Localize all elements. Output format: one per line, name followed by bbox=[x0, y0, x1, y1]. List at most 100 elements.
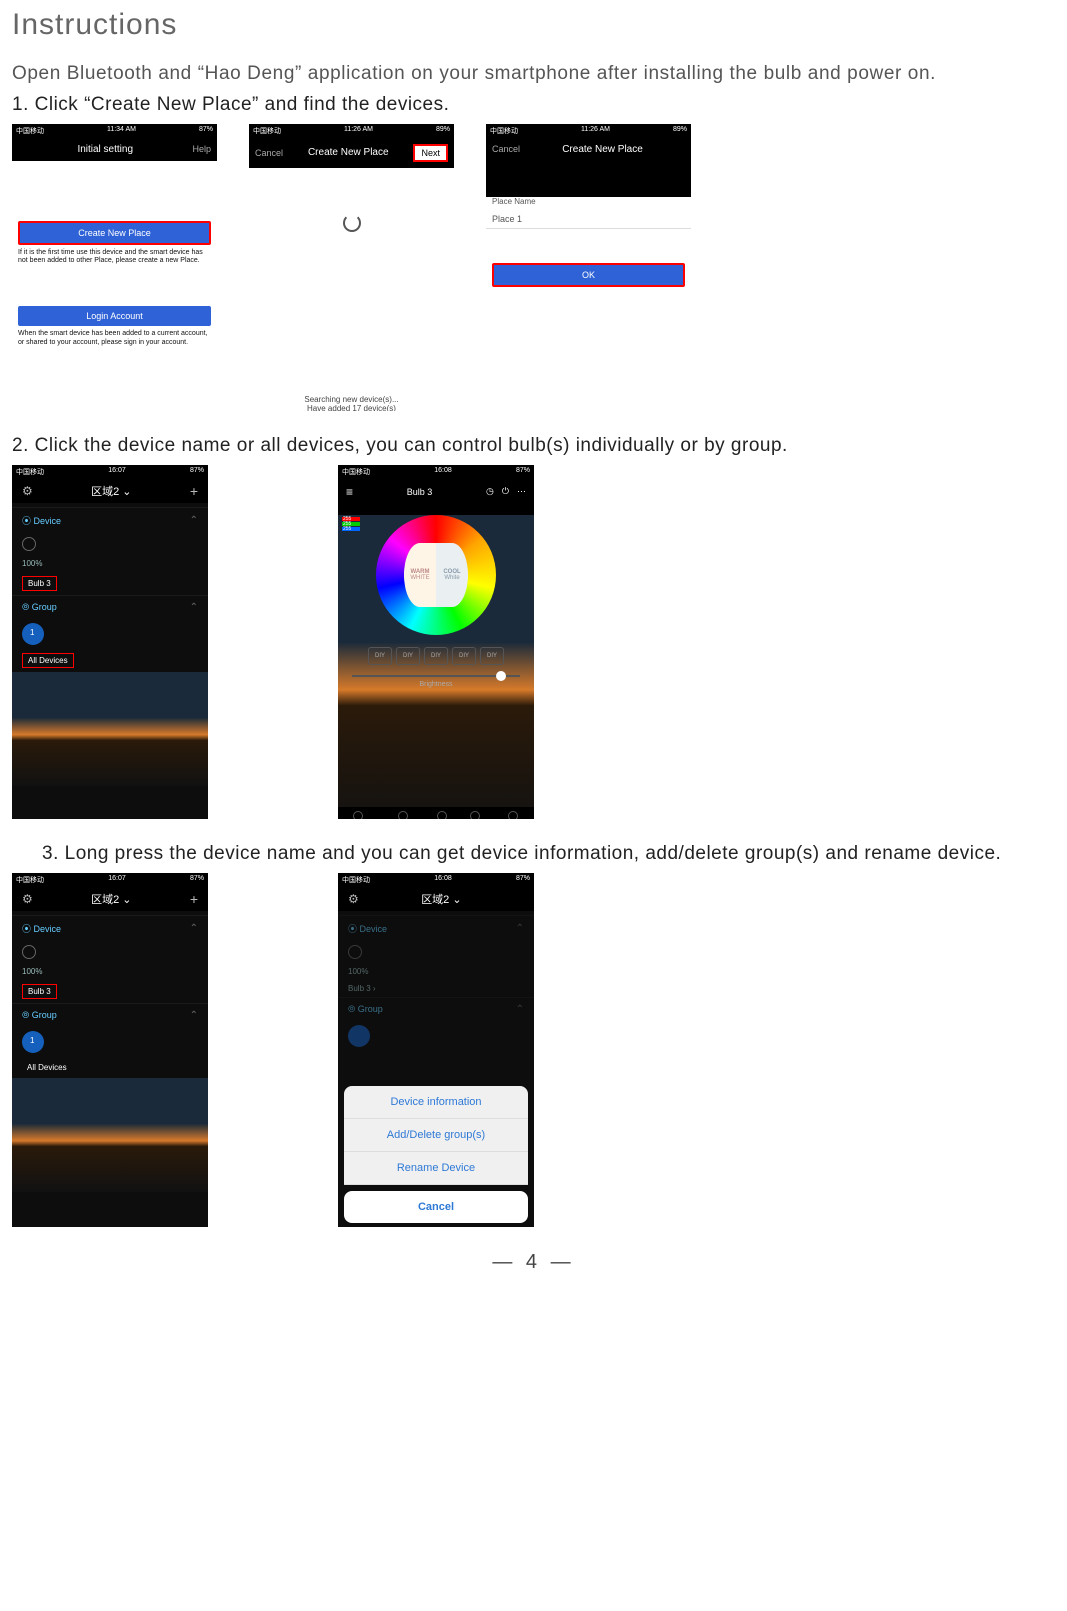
time: 11:34 AM bbox=[107, 126, 136, 136]
device-list-body: ⦿ Device ⌃ 100% Bulb 3 ⦾ Group ⌃ All Dev… bbox=[12, 503, 208, 819]
status-bar: 中国移动 11:26 AM 89% bbox=[486, 124, 691, 138]
warm-white-button[interactable]: WARMWHITE bbox=[404, 543, 436, 607]
zone-title[interactable]: 区域2 ⌄ bbox=[421, 891, 461, 907]
status-bar: 中国移动 16:08 87% bbox=[338, 465, 534, 479]
all-devices[interactable]: All Devices bbox=[12, 1057, 208, 1078]
power-icon[interactable] bbox=[22, 945, 36, 959]
step1-text: 1. Click “Create New Place” and find the… bbox=[12, 94, 1055, 116]
ok-button[interactable]: OK bbox=[492, 263, 685, 287]
zone-header: ⚙ 区域2 ⌄ + bbox=[12, 479, 208, 503]
zone-header: ⚙ 区域2 ⌄ bbox=[338, 887, 534, 911]
status-bar: 中国移动 16:07 87% bbox=[12, 873, 208, 887]
login-help-text: When the smart device has been added to … bbox=[18, 330, 211, 348]
next-button[interactable]: Next bbox=[413, 144, 448, 162]
tab-colors[interactable]: COLORS bbox=[348, 811, 369, 819]
zone-title[interactable]: 区域2 ⌄ bbox=[91, 891, 131, 907]
battery: 87% bbox=[199, 126, 213, 136]
color-wheel[interactable]: WARMWHITE COOLWhite bbox=[376, 515, 496, 635]
carrier: 中国移动 bbox=[16, 467, 44, 477]
diy-preset[interactable]: DIY bbox=[368, 647, 392, 665]
tab-music[interactable]: MUSIC bbox=[467, 811, 483, 819]
tab-functions[interactable]: FUNCTIONS bbox=[389, 811, 418, 819]
battery: 87% bbox=[190, 875, 204, 885]
status-bar: 中国移动 11:26 AM 89% bbox=[249, 124, 454, 138]
diy-preset[interactable]: DIY bbox=[424, 647, 448, 665]
plus-icon[interactable]: + bbox=[190, 891, 198, 907]
power-row bbox=[12, 533, 208, 555]
zone-header: ⚙ 区域2 ⌄ + bbox=[12, 887, 208, 911]
action-sheet: Device information Add/Delete group(s) R… bbox=[344, 1086, 528, 1227]
time: 16:07 bbox=[108, 467, 126, 477]
gear-icon[interactable]: ⚙ bbox=[22, 484, 33, 498]
list-icon[interactable]: ≡ bbox=[346, 485, 353, 499]
power-icon[interactable]: ⏻ bbox=[502, 486, 509, 497]
step3-text: 3. Long press the device name and you ca… bbox=[12, 843, 1055, 865]
page-title: Instructions bbox=[12, 8, 1055, 42]
tab-mic[interactable]: MIC bbox=[437, 811, 447, 819]
bulb-item[interactable]: Bulb 3 bbox=[12, 572, 208, 595]
screen-action-sheet: 中国移动 16:08 87% ⚙ 区域2 ⌄ ⦿ Device ⌃ 100% B… bbox=[338, 873, 534, 1227]
cancel-button[interactable]: Cancel bbox=[344, 1191, 528, 1223]
time: 11:26 AM bbox=[344, 126, 373, 136]
login-account-button[interactable]: Login Account bbox=[18, 306, 211, 326]
brightness-slider[interactable] bbox=[352, 675, 520, 677]
colors-icon bbox=[353, 811, 363, 819]
carrier: 中国移动 bbox=[16, 126, 44, 136]
cancel-link[interactable]: Cancel bbox=[492, 144, 520, 154]
all-devices-item[interactable]: All Devices bbox=[12, 649, 208, 672]
help-link[interactable]: Help bbox=[192, 144, 211, 154]
b-value: 255 bbox=[342, 527, 360, 531]
nav-title: Create New Place bbox=[308, 147, 389, 158]
section-label: Group bbox=[32, 602, 57, 612]
carrier: 中国移动 bbox=[253, 126, 281, 136]
bulb-item[interactable]: Bulb 3 bbox=[12, 980, 208, 1003]
screen-searching: 中国移动 11:26 AM 89% Cancel Create New Plac… bbox=[249, 124, 454, 411]
power-icon[interactable] bbox=[22, 537, 36, 551]
diy-preset[interactable]: DIY bbox=[480, 647, 504, 665]
screen-device-list: 中国移动 16:07 87% ⚙ 区域2 ⌄ + ⦿ Device ⌃ 100%… bbox=[12, 465, 208, 819]
time: 11:26 AM bbox=[581, 126, 610, 136]
place-name-label: Place Name bbox=[486, 197, 691, 206]
place-name-input[interactable]: Place 1 bbox=[486, 210, 691, 229]
time: 16:07 bbox=[108, 875, 126, 885]
step2-screens: 中国移动 16:07 87% ⚙ 区域2 ⌄ + ⦿ Device ⌃ 100%… bbox=[12, 465, 1055, 819]
diy-preset[interactable]: DIY bbox=[452, 647, 476, 665]
section-device[interactable]: ⦿ Device ⌃ bbox=[12, 915, 208, 941]
section-group[interactable]: ⦾ Group ⌃ bbox=[12, 595, 208, 619]
add-delete-groups-option[interactable]: Add/Delete group(s) bbox=[344, 1119, 528, 1152]
step3-screens: 中国移动 16:07 87% ⚙ 区域2 ⌄ + ⦿ Device ⌃ 100%… bbox=[12, 873, 1055, 1227]
all-chip: All Devices bbox=[22, 653, 74, 668]
nav-title: Initial setting bbox=[77, 144, 133, 155]
create-new-place-button[interactable]: Create New Place bbox=[18, 221, 211, 245]
clock-icon[interactable]: ◷ bbox=[486, 486, 494, 497]
bulb-icon bbox=[348, 1025, 370, 1047]
plus-icon[interactable]: + bbox=[190, 483, 198, 499]
percentage: 100% bbox=[12, 555, 208, 572]
battery: 87% bbox=[516, 467, 530, 477]
battery: 87% bbox=[516, 875, 530, 885]
carrier: 中国移动 bbox=[342, 467, 370, 477]
step2-text: 2. Click the device name or all devices,… bbox=[12, 435, 1055, 457]
group-bulb[interactable] bbox=[12, 619, 208, 649]
diy-preset[interactable]: DIY bbox=[396, 647, 420, 665]
cancel-link[interactable]: Cancel bbox=[255, 148, 283, 158]
chevron-icon: ⌃ bbox=[516, 1004, 524, 1015]
tab-camera[interactable]: CAMERA bbox=[503, 811, 524, 819]
gear-icon[interactable]: ⚙ bbox=[348, 892, 359, 906]
section-group[interactable]: ⦾ Group ⌃ bbox=[12, 1003, 208, 1027]
gear-icon[interactable]: ⚙ bbox=[22, 892, 33, 906]
chevron-icon: ⌃ bbox=[190, 602, 198, 613]
screen-color-control: 中国移动 16:08 87% ≡ Bulb 3 ◷ ⏻ ⋯ 255 255 25… bbox=[338, 465, 534, 819]
cool-white-button[interactable]: COOLWhite bbox=[436, 543, 468, 607]
rename-device-option[interactable]: Rename Device bbox=[344, 1152, 528, 1185]
section-label: Device bbox=[34, 516, 62, 526]
r-value: 255 bbox=[342, 517, 360, 521]
device-information-option[interactable]: Device information bbox=[344, 1086, 528, 1119]
white-toggle[interactable]: WARMWHITE COOLWhite bbox=[404, 543, 468, 607]
bulb-icon bbox=[22, 623, 44, 645]
section-device[interactable]: ⦿ Device ⌃ bbox=[12, 507, 208, 533]
zone-title[interactable]: 区域2 ⌄ bbox=[91, 483, 131, 499]
more-icon[interactable]: ⋯ bbox=[517, 486, 526, 497]
chevron-icon: ⌃ bbox=[190, 923, 198, 934]
section-group: ⦾ Group ⌃ bbox=[338, 997, 534, 1021]
